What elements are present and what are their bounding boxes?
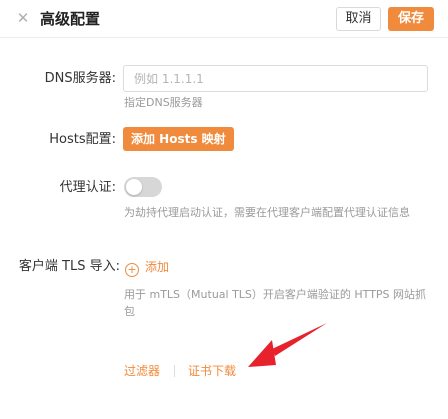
dialog-title: 高级配置 xyxy=(40,10,101,28)
filter-link[interactable]: 过滤器 xyxy=(124,363,160,379)
cancel-button[interactable]: 取消 xyxy=(336,7,381,31)
close-icon[interactable]: ✕ xyxy=(14,9,32,27)
proxy-auth-hint: 为劫持代理启动认证，需要在代理客户端配置代理认证信息 xyxy=(124,206,410,219)
dns-server-label: DNS服务器: xyxy=(44,71,116,86)
dns-server-input[interactable] xyxy=(123,65,428,92)
add-hosts-mapping-button[interactable]: 添加 Hosts 映射 xyxy=(123,127,234,151)
plus-circle-icon: + xyxy=(125,263,139,277)
add-label: 添加 xyxy=(145,260,170,274)
save-button[interactable]: 保存 xyxy=(388,7,434,31)
dns-server-hint: 指定DNS服务器 xyxy=(124,96,203,109)
client-tls-hint: 用于 mTLS（Mutual TLS）开启客户端验证的 HTTPS 网站抓包 xyxy=(124,288,427,318)
proxy-auth-toggle[interactable] xyxy=(124,177,162,197)
client-tls-label: 客户端 TLS 导入: xyxy=(18,259,120,274)
cert-download-link[interactable]: 证书下载 xyxy=(188,363,236,379)
hosts-config-label: Hosts配置: xyxy=(49,132,116,147)
toggle-knob xyxy=(126,179,142,195)
proxy-auth-label: 代理认证: xyxy=(59,180,116,195)
dialog-header: ✕ 高级配置 取消 保存 xyxy=(0,0,448,38)
link-divider xyxy=(174,365,175,377)
add-client-tls-button[interactable]: + 添加 xyxy=(125,258,170,277)
